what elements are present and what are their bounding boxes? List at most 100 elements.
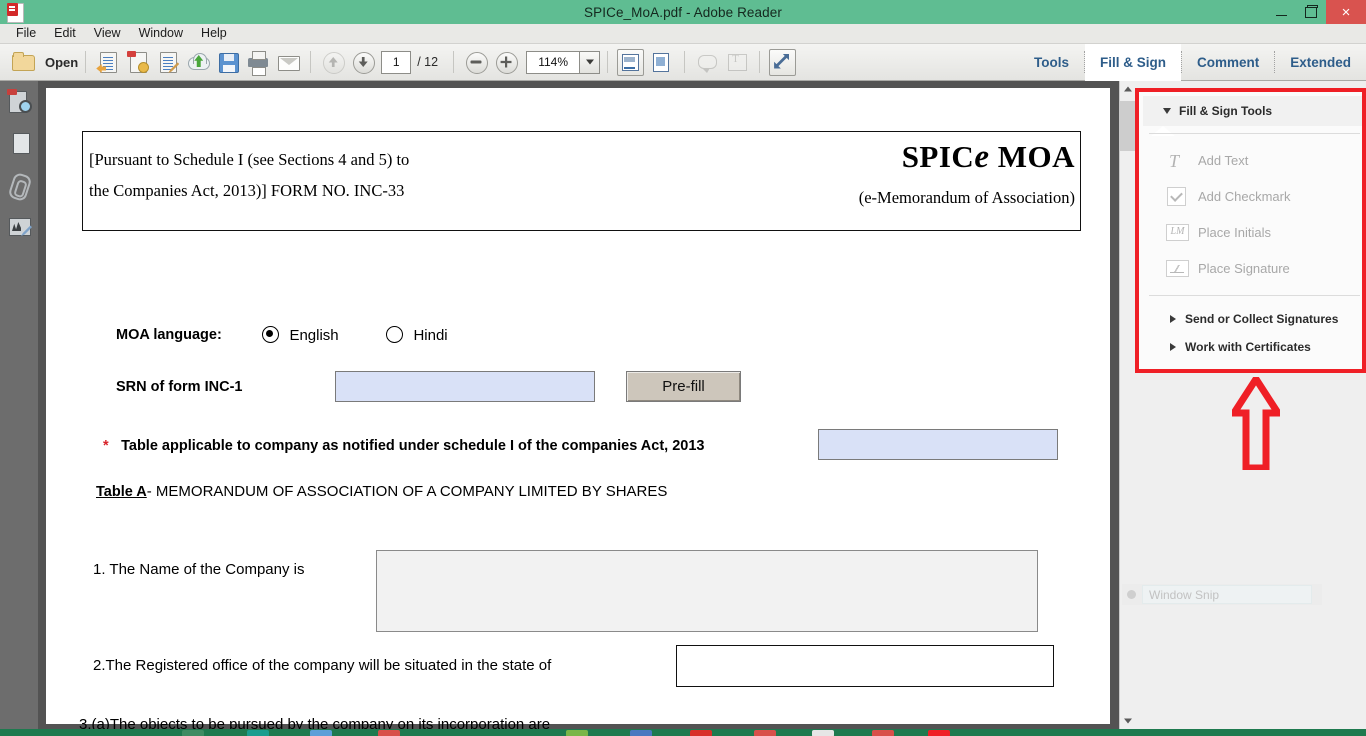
scrollbar-thumb[interactable]: [1120, 101, 1135, 151]
toolbar-divider: [453, 51, 455, 73]
pages-panel-icon[interactable]: [0, 123, 38, 165]
menu-file[interactable]: File: [7, 24, 45, 43]
tab-tools[interactable]: Tools: [1019, 44, 1084, 81]
taskbar-item[interactable]: [812, 730, 834, 736]
fill-and-sign-tools-panel: Fill & Sign Tools T Add Text Add Checkma…: [1135, 88, 1366, 373]
zoom-control[interactable]: 114%: [526, 50, 601, 74]
pre-fill-button[interactable]: Pre-fill: [626, 371, 741, 402]
company-name-input[interactable]: [376, 550, 1038, 632]
window-snip-overlay: Window Snip: [1122, 584, 1322, 605]
taskbar-item[interactable]: [378, 730, 400, 736]
section-work-with-certificates-label: Work with Certificates: [1185, 339, 1311, 354]
spice-moa-logo: SPICe MOA: [902, 139, 1075, 176]
taskbar-item[interactable]: [310, 730, 332, 736]
table-applicable-label: Table applicable to company as notified …: [121, 438, 705, 454]
tab-fill-and-sign[interactable]: Fill & Sign: [1084, 43, 1181, 81]
toolbar-divider: [759, 51, 761, 73]
taskbar-item[interactable]: [754, 730, 776, 736]
add-text-icon: T: [1169, 151, 1180, 171]
section-work-with-certificates[interactable]: Work with Certificates: [1149, 333, 1359, 360]
window-snip-label: Window Snip: [1149, 587, 1220, 602]
main-toolbar: Open 1 / 12 114% T Tools Fill & Sign Com…: [0, 43, 1366, 81]
taskbar-item[interactable]: [182, 730, 204, 736]
scroll-down-icon[interactable]: [1120, 713, 1135, 729]
read-mode-icon[interactable]: [769, 48, 797, 76]
tool-add-checkmark[interactable]: Add Checkmark: [1149, 180, 1359, 212]
create-pdf-icon[interactable]: [95, 49, 121, 75]
section-send-or-collect-signatures[interactable]: Send or Collect Signatures: [1149, 305, 1359, 332]
taskbar-item[interactable]: [247, 730, 269, 736]
menu-view[interactable]: View: [85, 24, 130, 43]
tool-place-signature[interactable]: Place Signature: [1149, 252, 1359, 284]
attachments-icon[interactable]: [0, 165, 38, 207]
spice-suffix: MOA: [989, 139, 1075, 174]
place-initials-icon: LM: [1162, 221, 1192, 243]
fit-width-icon[interactable]: [617, 48, 645, 76]
tab-comment[interactable]: Comment: [1182, 44, 1274, 81]
print-icon[interactable]: [245, 49, 271, 76]
document-vertical-scrollbar[interactable]: [1119, 81, 1135, 729]
moa-language-english-option[interactable]: English: [262, 326, 339, 345]
zoom-dropdown-button[interactable]: [580, 50, 601, 74]
chevron-right-icon: [1170, 342, 1176, 351]
zoom-out-icon[interactable]: [463, 49, 489, 75]
fill-and-sign-tools-header[interactable]: Fill & Sign Tools: [1143, 96, 1362, 126]
minimize-button[interactable]: [1266, 0, 1296, 24]
moa-language-label: MOA language:: [116, 327, 222, 343]
taskbar-item[interactable]: [928, 730, 950, 736]
add-checkmark-icon: [1162, 185, 1192, 207]
page-number-input[interactable]: 1: [381, 50, 412, 74]
menu-edit[interactable]: Edit: [45, 24, 85, 43]
taskbar-item[interactable]: [872, 730, 894, 736]
signatures-icon[interactable]: [0, 207, 38, 249]
fill-sign-icon[interactable]: [724, 49, 750, 75]
combine-files-icon[interactable]: [125, 49, 151, 75]
tool-add-text[interactable]: T Add Text: [1149, 144, 1359, 176]
form-header-box: [Pursuant to Schedule I (see Sections 4 …: [82, 131, 1081, 231]
panel-notch: [1151, 126, 1175, 136]
toolbar-tabs: Tools Fill & Sign Comment Extended: [1019, 43, 1366, 81]
edit-pdf-icon[interactable]: [155, 49, 181, 75]
table-applicable-dropdown[interactable]: [818, 429, 1058, 460]
window-snip-field: Window Snip: [1142, 585, 1312, 604]
taskbar-item[interactable]: [630, 730, 652, 736]
zoom-in-icon[interactable]: [493, 49, 519, 75]
scroll-up-icon[interactable]: [1120, 81, 1135, 97]
document-viewport: [Pursuant to Schedule I (see Sections 4 …: [38, 81, 1135, 733]
page-thumbnails-icon[interactable]: [0, 81, 38, 123]
close-button[interactable]: ×: [1326, 0, 1366, 24]
menu-bar: File Edit View Window Help: [0, 24, 1366, 44]
moa-language-hindi-option[interactable]: Hindi: [386, 326, 448, 345]
menu-help[interactable]: Help: [192, 24, 236, 43]
menu-window[interactable]: Window: [130, 24, 192, 43]
send-to-cloud-icon[interactable]: [185, 49, 211, 75]
table-applicable-row: * Table applicable to company as notifie…: [103, 437, 704, 455]
next-page-icon[interactable]: [350, 49, 376, 75]
fit-page-icon[interactable]: [648, 49, 675, 76]
open-button[interactable]: Open: [8, 49, 78, 75]
form-citation-line-2: the Companies Act, 2013)] FORM NO. INC-3…: [89, 181, 405, 200]
maximize-button[interactable]: [1296, 0, 1326, 24]
table-a-prefix: Table A: [96, 484, 147, 500]
registered-office-state-input[interactable]: [676, 645, 1054, 687]
taskbar-item[interactable]: [566, 730, 588, 736]
section-send-or-collect-signatures-label: Send or Collect Signatures: [1185, 311, 1339, 326]
radio-english[interactable]: [262, 326, 279, 343]
save-icon[interactable]: [215, 49, 241, 75]
radio-hindi[interactable]: [386, 326, 403, 343]
taskbar-item[interactable]: [690, 730, 712, 736]
radio-english-label: English: [289, 327, 339, 344]
tab-extended[interactable]: Extended: [1275, 44, 1366, 81]
spice-prefix: SPIC: [901, 139, 975, 174]
fill-and-sign-tools-title: Fill & Sign Tools: [1179, 104, 1273, 118]
tool-place-initials[interactable]: LM Place Initials: [1149, 216, 1359, 248]
comment-icon[interactable]: [694, 49, 720, 75]
place-signature-icon: [1162, 257, 1192, 279]
srn-input[interactable]: [335, 371, 595, 402]
panel-divider: [1149, 295, 1360, 296]
form-citation-line-1: [Pursuant to Schedule I (see Sections 4 …: [89, 150, 410, 169]
window-title: SPICe_MoA.pdf - Adobe Reader: [584, 4, 782, 20]
email-icon[interactable]: [275, 49, 301, 75]
previous-page-icon[interactable]: [320, 49, 346, 75]
zoom-value[interactable]: 114%: [526, 50, 581, 74]
